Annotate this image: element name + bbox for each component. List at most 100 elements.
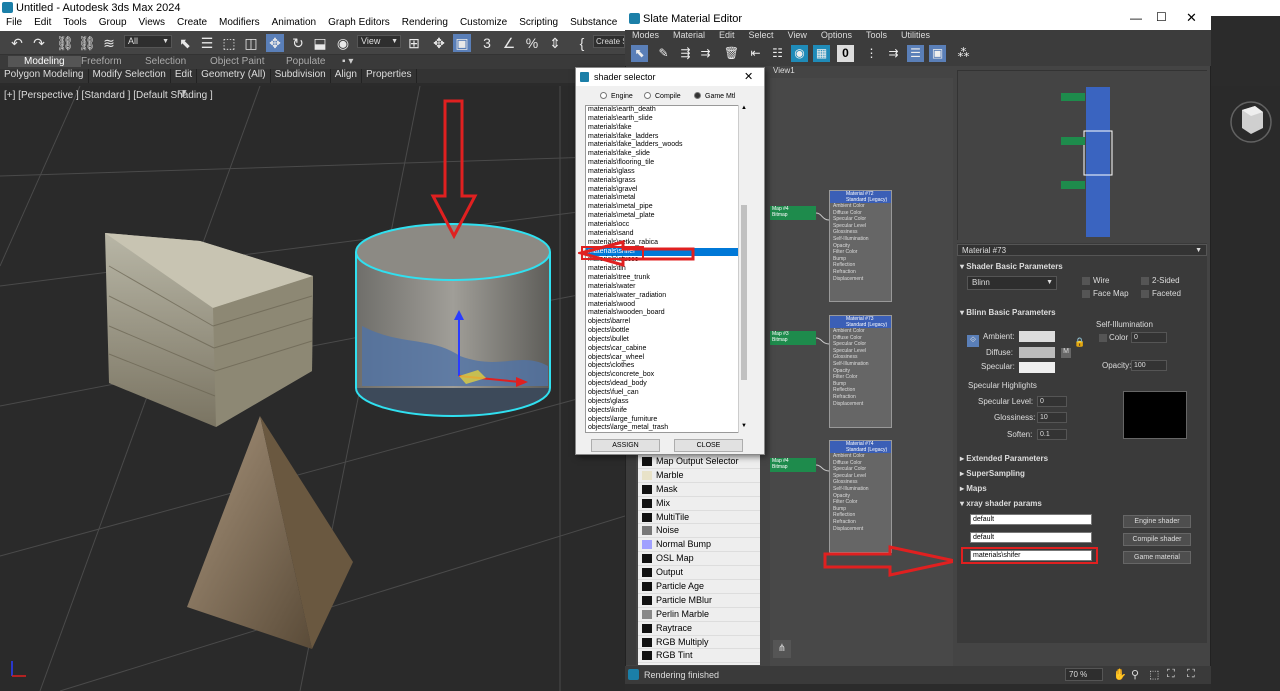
shader-list-item[interactable]: materials\occ [586, 221, 748, 230]
ribbon-align[interactable]: Align [331, 69, 362, 83]
perspective-viewport[interactable] [0, 86, 625, 691]
ribbon-properties[interactable]: Properties [362, 69, 417, 83]
map-list-item[interactable]: Noise [638, 524, 760, 539]
shader-list-item[interactable]: materials\metal_plate [586, 212, 748, 221]
tab-selection[interactable]: Selection [145, 56, 186, 67]
scroll-down-icon[interactable]: ▼ [741, 423, 747, 429]
parameter-editor-icon[interactable]: ▣ [929, 45, 946, 62]
select-by-material-icon[interactable]: ⁂ [955, 45, 972, 62]
shader-list-item[interactable]: objects\large_metal_trash [586, 424, 748, 432]
ribbon-options-icon[interactable]: ▪ ▾ [342, 56, 353, 67]
spec-level-value[interactable]: 0 [1037, 396, 1067, 407]
rect-selection-icon[interactable]: ⬚ [220, 34, 238, 52]
shader-list-item[interactable]: objects\bottle [586, 327, 748, 336]
ribbon-modify-selection[interactable]: Modify Selection [89, 69, 171, 83]
shader-list-item[interactable]: materials\flooring_tile [586, 159, 748, 168]
map-list-item[interactable]: MultiTile [638, 511, 760, 525]
select-object-icon[interactable]: ⬉ [176, 34, 194, 52]
edit-named-sel-icon[interactable]: { [573, 34, 591, 52]
menu-animation[interactable]: Animation [266, 16, 322, 31]
shader-list-item[interactable]: materials\grass [586, 177, 748, 186]
self-illum-value[interactable]: 0 [1131, 332, 1167, 343]
zoom-extents-icon[interactable]: ⛶ [1167, 668, 1175, 681]
compile-shader-button[interactable]: Compile shader [1123, 533, 1191, 546]
zoom-selected-icon[interactable]: ⛶ [1187, 668, 1195, 681]
dialog-close-icon[interactable]: ✕ [744, 70, 753, 83]
material-map-browser-icon[interactable]: ☰ [907, 45, 924, 62]
menu-customize[interactable]: Customize [454, 16, 513, 31]
menu-rendering[interactable]: Rendering [396, 16, 454, 31]
shader-list-item[interactable]: objects\dead_body [586, 380, 748, 389]
map-list-item[interactable]: RGB Tint [638, 649, 760, 664]
face-map-checkbox[interactable] [1082, 290, 1090, 298]
hide-unused-icon[interactable]: ☷ [769, 45, 786, 62]
diffuse-swatch[interactable] [1019, 347, 1055, 358]
put-to-scene-icon[interactable]: ⇶ [677, 45, 694, 62]
shader-list-item[interactable]: materials\earth_death [586, 106, 748, 115]
layout-children-icon[interactable]: ⇉ [885, 45, 902, 62]
shader-list-item[interactable]: materials\fake [586, 124, 748, 133]
wire-checkbox[interactable] [1082, 277, 1090, 285]
ribbon-geometry-all-[interactable]: Geometry (All) [197, 69, 271, 83]
ribbon-subdivision[interactable]: Subdivision [271, 69, 331, 83]
shader-list-item[interactable]: objects\car_cabine [586, 345, 748, 354]
selection-filter-dropdown[interactable]: All ▼ [124, 35, 172, 48]
zoom-region-icon[interactable]: ⬚ [1149, 668, 1159, 681]
viewport-filter-icon[interactable]: ⧩ [178, 89, 187, 100]
close-button[interactable]: CLOSE [674, 439, 743, 452]
map-list-item[interactable]: Marble [638, 469, 760, 483]
slate-menu-edit[interactable]: Edit [712, 30, 742, 42]
material-name-field[interactable]: Material #73 ▼ [957, 244, 1207, 256]
minimize-icon[interactable]: — [1130, 11, 1142, 25]
map-list-item[interactable]: Normal Bump [638, 538, 760, 553]
ribbon-edit[interactable]: Edit [171, 69, 198, 83]
blinn-basic-header[interactable]: ▾ Blinn Basic Parameters [960, 308, 1056, 317]
shader-list-item[interactable]: objects\car_wheel [586, 354, 748, 363]
assign-button[interactable]: ASSIGN [591, 439, 660, 452]
percent-snap-icon[interactable]: % [523, 34, 541, 52]
map-list-item[interactable]: RGB Multiply [638, 636, 760, 650]
shader-list-item[interactable]: objects\fuel_can [586, 389, 748, 398]
shader-list-item[interactable]: materials\fake_slide [586, 150, 748, 159]
scale-icon[interactable]: ⬓ [311, 34, 329, 52]
select-manipulate-icon[interactable]: ✥ [430, 34, 448, 52]
node-view[interactable]: Map #4 Bitmap Map #3 Bitmap Map #4 Bitmap M… [770, 78, 953, 668]
nav-pane-handle[interactable]: ⋔ [773, 640, 791, 658]
shader-basic-header[interactable]: ▾ Shader Basic Parameters [960, 262, 1063, 271]
link-icon[interactable]: ⛓ [56, 34, 74, 52]
snap-3d-icon[interactable]: 3 [478, 34, 496, 52]
shader-list-item[interactable]: objects\bullet [586, 336, 748, 345]
specular-swatch[interactable] [1019, 362, 1055, 373]
redo-icon[interactable]: ↷ [30, 34, 48, 52]
compile-shader-field[interactable]: default [970, 532, 1092, 543]
menu-create[interactable]: Create [171, 16, 213, 31]
shader-list-item[interactable]: materials\water_radiation [586, 292, 748, 301]
shader-list-item[interactable]: materials\wood [586, 301, 748, 310]
map-list-item[interactable]: Map Output Selector [638, 455, 760, 469]
tab-object-paint[interactable]: Object Paint [210, 56, 264, 67]
soften-value[interactable]: 0.1 [1037, 429, 1067, 440]
lock-ambient-icon[interactable]: ⟐ [967, 335, 979, 347]
menu-group[interactable]: Group [93, 16, 133, 31]
shader-list-item[interactable]: materials\water [586, 283, 748, 292]
menu-tools[interactable]: Tools [57, 16, 92, 31]
window-crossing-icon[interactable]: ◫ [242, 34, 260, 52]
shader-list-item[interactable]: objects\knife [586, 407, 748, 416]
spinner-snap-icon[interactable]: ⇕ [546, 34, 564, 52]
slate-menu-options[interactable]: Options [814, 30, 859, 42]
menu-views[interactable]: Views [133, 16, 172, 31]
pan-icon[interactable]: ✋ [1113, 668, 1127, 681]
xray-params-header[interactable]: ▾ xray shader params [960, 499, 1042, 508]
map-list-item[interactable]: Mask [638, 483, 760, 497]
engine-shader-field[interactable]: default [970, 514, 1092, 525]
shader-list-item[interactable]: materials\metal [586, 194, 748, 203]
tab-populate[interactable]: Populate [286, 56, 325, 67]
diffuse-map-button[interactable]: M [1061, 348, 1071, 358]
shader-list-item[interactable]: objects\concrete_box [586, 371, 748, 380]
close-icon[interactable]: ✕ [1186, 10, 1197, 26]
faceted-checkbox[interactable] [1141, 290, 1149, 298]
scroll-thumb[interactable] [741, 205, 747, 380]
shader-list-item[interactable]: objects\barrel [586, 318, 748, 327]
select-tool-icon[interactable]: ⬉ [631, 45, 648, 62]
map-list-item[interactable]: Raytrace [638, 622, 760, 636]
